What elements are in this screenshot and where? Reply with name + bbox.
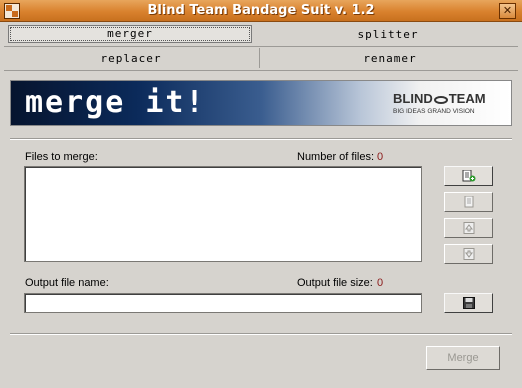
remove-file-icon — [464, 196, 474, 208]
move-up-button[interactable] — [444, 218, 493, 238]
tab-row-divider — [4, 46, 518, 47]
output-size-value: 0 — [377, 277, 384, 289]
output-file-field[interactable] — [24, 293, 422, 313]
tab-merger[interactable]: merger — [8, 25, 252, 43]
brand-tagline: BIG IDEAS GRAND VISION — [393, 108, 475, 115]
tab-bottom-line — [4, 70, 518, 71]
tab-col-divider — [259, 48, 260, 68]
tab-splitter[interactable]: splitter — [262, 26, 514, 46]
close-icon[interactable]: ✕ — [499, 3, 516, 19]
file-count-value: 0 — [377, 151, 384, 163]
brand-left: BLIND — [393, 91, 433, 106]
save-icon — [463, 297, 475, 309]
output-size-label: Output file size: — [297, 277, 373, 289]
files-label: Files to merge: — [25, 151, 98, 163]
add-file-button[interactable] — [444, 166, 493, 186]
add-file-icon — [462, 170, 476, 182]
brand-logo: BLIND TEAM BIG IDEAS GRAND VISION — [393, 91, 503, 115]
brand-right: TEAM — [448, 91, 486, 106]
banner: merge it! BLIND TEAM BIG IDEAS GRAND VISI… — [10, 80, 512, 126]
move-down-icon — [463, 248, 475, 260]
save-button[interactable] — [444, 293, 493, 313]
files-list[interactable] — [24, 166, 422, 262]
divider-top — [10, 138, 512, 140]
tab-renamer[interactable]: renamer — [264, 50, 516, 70]
merge-button[interactable]: Merge — [426, 346, 500, 370]
divider-bottom — [10, 333, 512, 335]
file-count-label: Number of files: — [297, 151, 375, 163]
output-name-label: Output file name: — [25, 277, 109, 289]
remove-file-button[interactable] — [444, 192, 493, 212]
window-title: Blind Team Bandage Suit v. 1.2 — [147, 3, 375, 18]
title-bar: Blind Team Bandage Suit v. 1.2 ✕ — [0, 0, 522, 22]
eye-icon — [433, 95, 448, 104]
move-down-button[interactable] — [444, 244, 493, 264]
banner-heading: merge it! — [25, 85, 206, 120]
move-up-icon — [463, 222, 475, 234]
tab-replacer[interactable]: replacer — [4, 50, 258, 70]
